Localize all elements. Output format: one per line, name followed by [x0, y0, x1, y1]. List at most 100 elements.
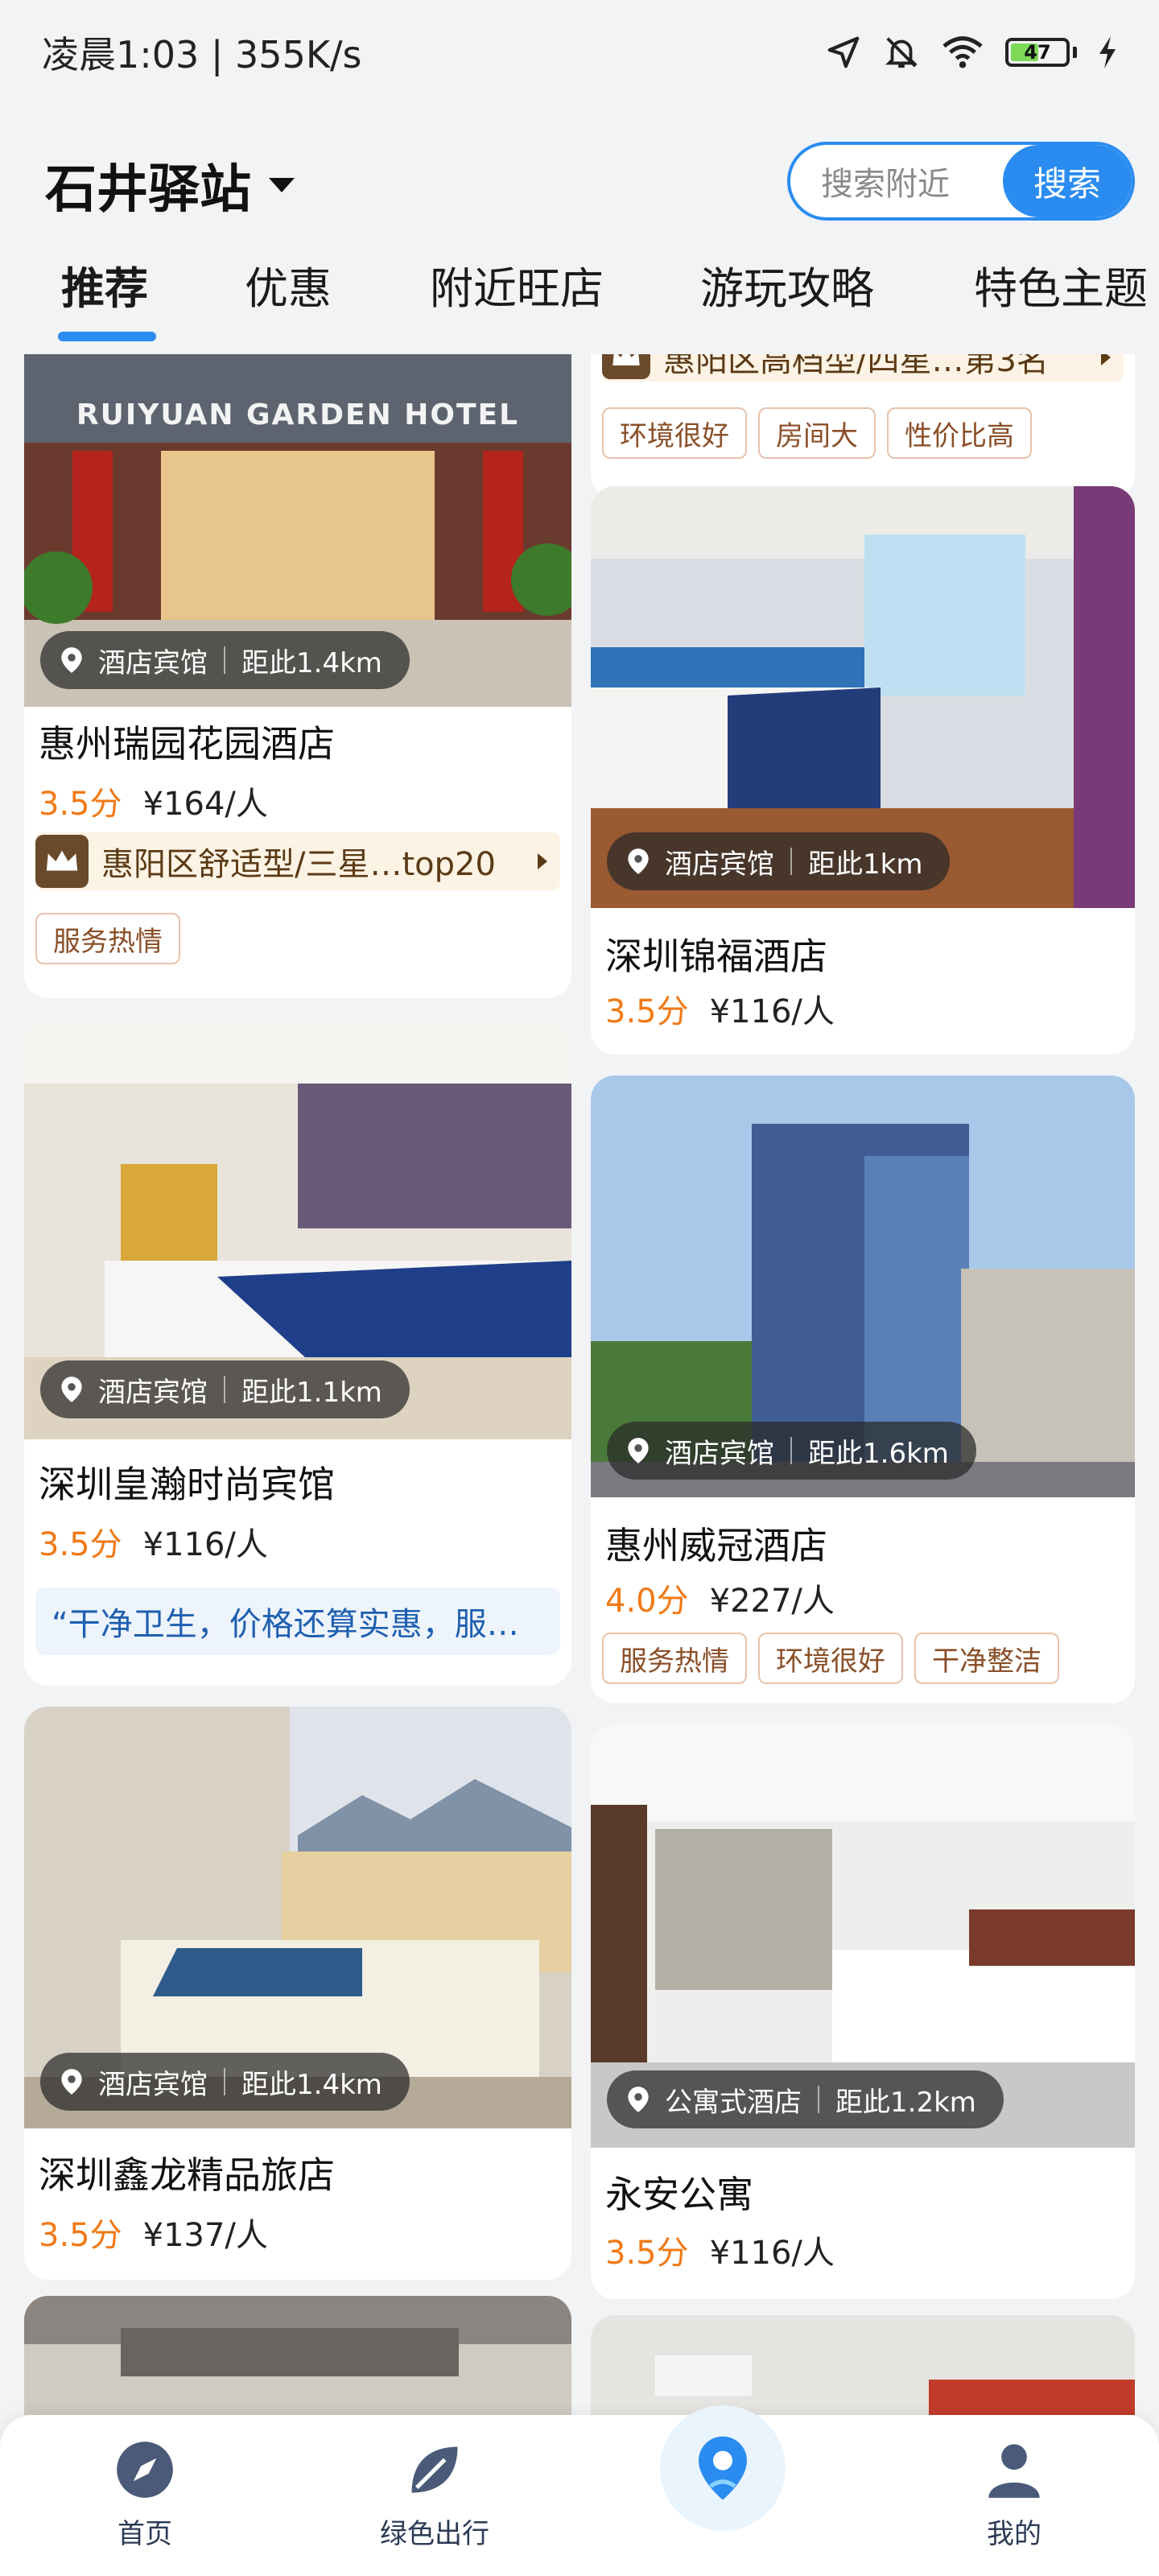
hotel-rating: 3.5分: [605, 993, 689, 1030]
hotel-distance: 距此1.6km: [808, 1437, 949, 1470]
map-pin-icon: [628, 848, 649, 874]
chevron-down-icon: [269, 178, 295, 192]
hotel-price: ¥137/人: [142, 2217, 268, 2254]
rank-bar[interactable]: 惠阳区舒适型/三星…top20: [35, 832, 560, 890]
charging-icon: [1099, 36, 1116, 68]
leaf-icon: [411, 2446, 458, 2493]
tag-list: 环境很好 房间大 性价比高: [602, 407, 1032, 459]
tab-discount[interactable]: 优惠: [245, 253, 332, 316]
hotel-card[interactable]: 酒店宾馆 距此1.4km 深圳鑫龙精品旅店 3.5分 ¥137/人: [24, 1707, 571, 2280]
hotel-feed[interactable]: RUIYUAN GARDEN HOTEL 酒店宾馆 距此1.4km 惠州瑞园花园…: [0, 354, 1159, 2415]
nav-location-button[interactable]: [660, 2405, 786, 2531]
hotel-type-badge: 酒店宾馆 距此1.1km: [40, 1360, 410, 1418]
hotel-card[interactable]: 酒店宾馆 距此1.1km 深圳皇瀚时尚宾馆 3.5分 ¥116/人 “干净卫生，…: [24, 1019, 571, 1686]
tab-travel-guide[interactable]: 游玩攻略: [700, 253, 874, 316]
hotel-name: 惠州威冠酒店: [605, 1524, 827, 1567]
hotel-photo: [24, 2296, 571, 2415]
tag: 环境很好: [758, 1633, 903, 1684]
tab-recommend[interactable]: 推荐: [61, 253, 148, 316]
rank-text: 惠阳区舒适型/三星…top20: [101, 846, 496, 883]
map-pin-icon: [628, 2087, 649, 2112]
tag-list: 服务热情: [35, 913, 180, 964]
tag-list: 服务热情 环境很好 干净整洁: [602, 1633, 1059, 1684]
map-pin-icon: [61, 2069, 82, 2095]
rating-row: 3.5分 ¥116/人: [605, 2227, 835, 2273]
hotel-type: 酒店宾馆: [665, 848, 774, 881]
hotel-sign: RUIYUAN GARDEN HOTEL: [76, 398, 520, 431]
hotel-card[interactable]: RUIYUAN GARDEN HOTEL 酒店宾馆 距此1.4km 惠州瑞园花园…: [24, 354, 571, 998]
nav-mine[interactable]: 我的: [934, 2439, 1095, 2551]
hotel-price: ¥116/人: [709, 993, 835, 1030]
status-icons: 47: [825, 34, 1117, 71]
hotel-rating: 3.5分: [605, 2235, 689, 2272]
compass-icon: [117, 2442, 173, 2498]
city-selector[interactable]: 石井驿站: [45, 148, 295, 222]
header: 石井驿站 搜索附近 搜索: [0, 137, 1159, 225]
category-tabs: 推荐 优惠 附近旺店 游玩攻略 特色主题: [0, 242, 1159, 346]
rating-row: 3.5分 ¥164/人: [39, 778, 268, 824]
hotel-name: 永安公寓: [605, 2173, 753, 2216]
search-button[interactable]: 搜索: [1003, 145, 1132, 217]
hotel-card[interactable]: [591, 2315, 1135, 2415]
tag: 环境很好: [602, 407, 747, 459]
hotel-rating: 3.5分: [39, 786, 122, 823]
status-bar: 凌晨1:03 | 355K/s 47: [0, 0, 1159, 105]
hotel-distance: 距此1km: [808, 848, 923, 881]
hotel-type: 酒店宾馆: [98, 646, 208, 679]
hotel-type-badge: 酒店宾馆 距此1km: [607, 832, 951, 890]
chevron-right-icon: [538, 853, 547, 869]
hotel-photo: [591, 2315, 1135, 2415]
tag: 服务热情: [602, 1633, 747, 1684]
hotel-card[interactable]: 公寓式酒店 距此1.2km 永安公寓 3.5分 ¥116/人: [591, 1724, 1135, 2299]
hotel-distance: 距此1.2km: [835, 2086, 976, 2119]
location-arrow-icon: [827, 36, 860, 68]
hotel-type-badge: 公寓式酒店 距此1.2km: [607, 2070, 1004, 2128]
hotel-card[interactable]: 酒店宾馆 距此1.6km 惠州威冠酒店 4.0分 ¥227/人 服务热情 环境很…: [591, 1075, 1135, 1703]
tab-indicator: [58, 332, 156, 341]
chevron-right-icon: [1101, 354, 1111, 365]
hotel-price: ¥227/人: [709, 1583, 835, 1620]
hotel-type-badge: 酒店宾馆 距此1.6km: [607, 1422, 976, 1480]
hotel-price: ¥116/人: [142, 1526, 268, 1563]
hotel-rating: 3.5分: [39, 1526, 122, 1563]
tab-nearby-popular[interactable]: 附近旺店: [430, 253, 604, 316]
tag: 性价比高: [887, 407, 1032, 459]
hotel-distance: 距此1.1km: [241, 1376, 382, 1409]
review-quote[interactable]: “干净卫生，价格还算实惠，服…: [35, 1587, 560, 1655]
wifi-icon: [942, 36, 983, 68]
bell-muted-icon: [885, 37, 918, 68]
map-pin-icon: [61, 647, 82, 673]
rank-bar[interactable]: 惠阳区高档型/四星…第3名: [602, 354, 1124, 382]
nav-green-travel[interactable]: 绿色出行: [354, 2439, 515, 2551]
tab-featured-theme[interactable]: 特色主题: [974, 253, 1148, 316]
crown-icon: [35, 835, 89, 888]
hotel-type: 酒店宾馆: [98, 2068, 208, 2101]
search-input[interactable]: 搜索附近: [790, 158, 1003, 204]
rating-row: 3.5分 ¥137/人: [39, 2209, 268, 2256]
hotel-card[interactable]: 酒店宾馆 距此1km 深圳锦福酒店 3.5分 ¥116/人: [591, 486, 1135, 1055]
hotel-rating: 4.0分: [605, 1583, 689, 1620]
hotel-type-badge: 酒店宾馆 距此1.4km: [40, 2053, 410, 2111]
search-box[interactable]: 搜索附近 搜索: [787, 142, 1135, 221]
hotel-type: 公寓式酒店: [665, 2086, 802, 2119]
rating-row: 3.5分 ¥116/人: [605, 985, 835, 1032]
hotel-type-badge: 酒店宾馆 距此1.4km: [40, 631, 410, 689]
battery-level: 47: [1024, 41, 1051, 64]
hotel-name: 深圳锦福酒店: [605, 935, 827, 978]
hotel-card[interactable]: 惠阳区高档型/四星…第3名 环境很好 房间大 性价比高: [591, 354, 1135, 499]
location-icon: [699, 2436, 747, 2500]
user-icon: [988, 2444, 1040, 2498]
map-pin-icon: [61, 1377, 82, 1402]
tag: 干净整洁: [914, 1633, 1059, 1684]
nav-home[interactable]: 首页: [64, 2439, 225, 2551]
map-pin-icon: [628, 1438, 649, 1463]
nav-mine-label: 我的: [987, 2518, 1041, 2550]
rank-text: 惠阳区高档型/四星…第3名: [663, 354, 1049, 379]
rating-row: 3.5分 ¥116/人: [39, 1518, 268, 1565]
hotel-card[interactable]: [24, 2296, 571, 2415]
hotel-name: 深圳皇瀚时尚宾馆: [39, 1463, 335, 1506]
crown-icon: [602, 354, 650, 379]
hotel-price: ¥116/人: [709, 2235, 835, 2272]
hotel-type: 酒店宾馆: [665, 1437, 774, 1470]
battery-icon: 47: [1005, 38, 1077, 67]
